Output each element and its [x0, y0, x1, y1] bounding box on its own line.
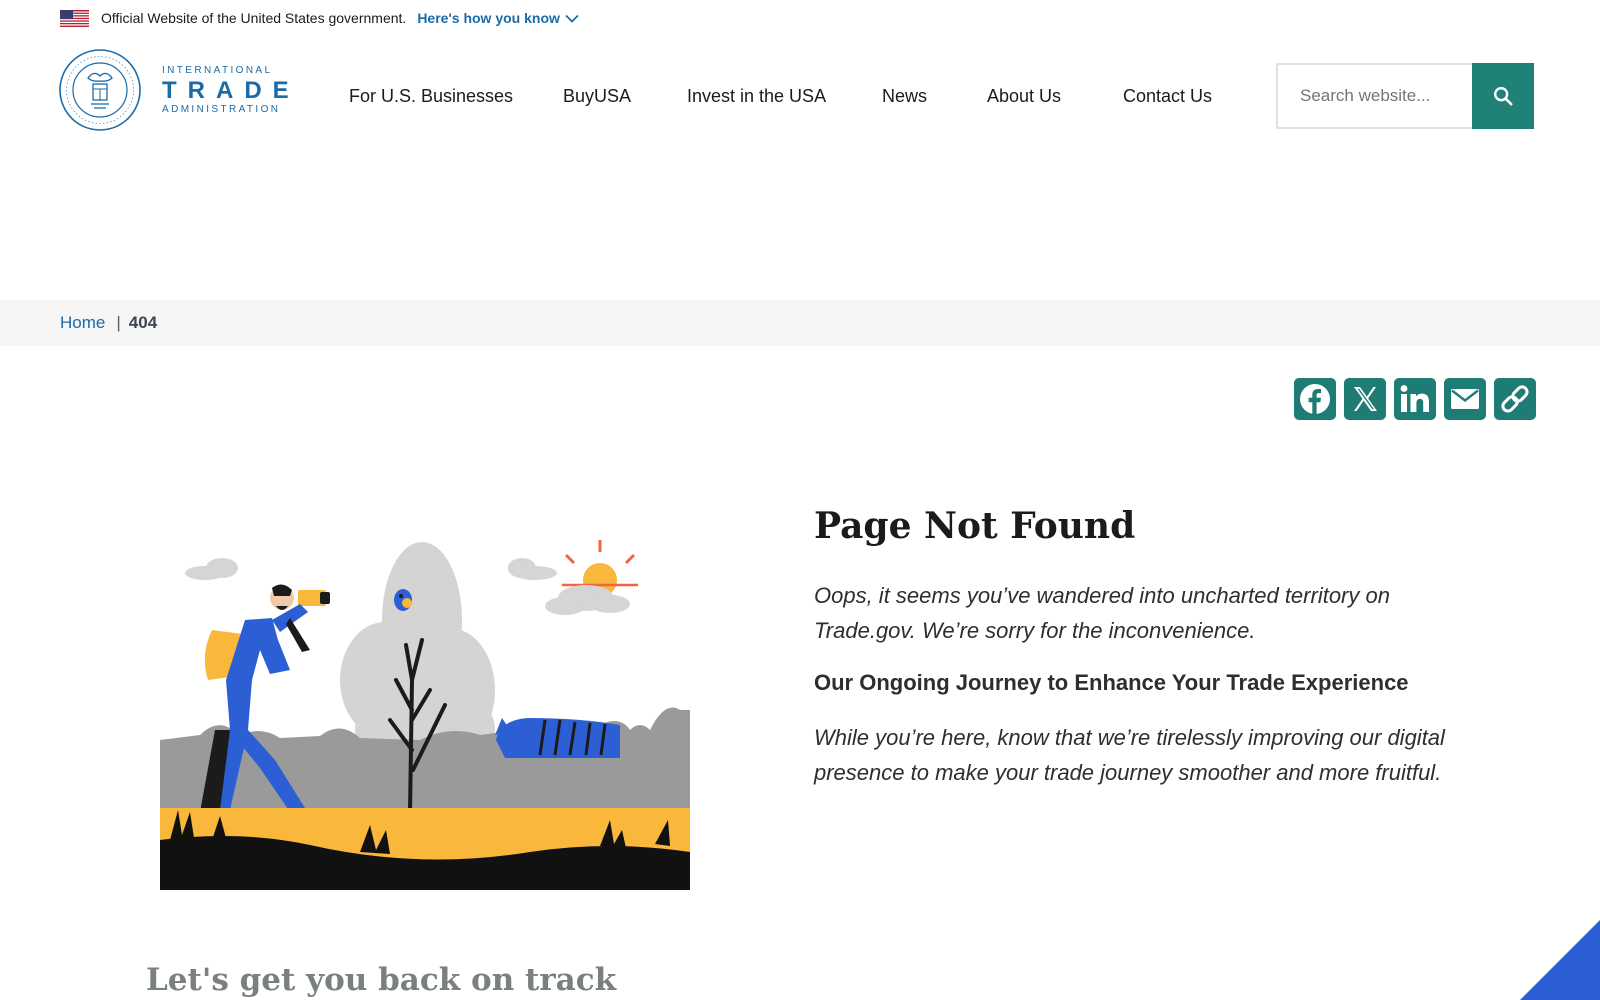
chevron-down-icon [565, 14, 579, 23]
nav-news[interactable]: News [882, 86, 927, 107]
search-icon [1494, 87, 1513, 106]
ita-wordmark: INTERNATIONAL TRADE ADMINISTRATION [162, 65, 300, 116]
gov-banner: Official Website of the United States go… [60, 8, 579, 28]
heres-how-you-know-label: Here's how you know [417, 10, 560, 26]
site-search [1276, 63, 1534, 129]
facebook-icon [1300, 384, 1330, 414]
share-email-button[interactable] [1444, 378, 1486, 420]
lead-paragraph: Oops, it seems you’ve wandered into unch… [814, 583, 1390, 643]
linkedin-icon [1400, 385, 1429, 412]
wordmark-trade: TRADE [162, 76, 300, 104]
share-x-button[interactable] [1344, 378, 1386, 420]
breadcrumb-separator: | [116, 313, 121, 332]
nav-about-us[interactable]: About Us [987, 86, 1061, 107]
search-button[interactable] [1472, 63, 1534, 129]
gov-banner-text: Official Website of the United States go… [101, 10, 407, 26]
x-icon [1354, 387, 1377, 411]
page-title: Page Not Found [814, 505, 1136, 547]
search-input[interactable] [1276, 63, 1472, 129]
us-flag-icon [60, 9, 89, 27]
body-paragraph: While you’re here, know that we’re tirel… [814, 725, 1445, 785]
wordmark-international: INTERNATIONAL [162, 64, 273, 76]
link-icon [1501, 385, 1529, 413]
nav-for-us-businesses[interactable]: For U.S. Businesses [349, 86, 513, 107]
subheading: Our Ongoing Journey to Enhance Your Trad… [814, 670, 1409, 695]
department-of-commerce-seal-icon [59, 49, 141, 131]
share-facebook-button[interactable] [1294, 378, 1336, 420]
ita-logo[interactable]: INTERNATIONAL TRADE ADMINISTRATION [58, 48, 300, 132]
share-buttons [1294, 378, 1536, 420]
email-icon [1451, 389, 1479, 409]
share-linkedin-button[interactable] [1394, 378, 1436, 420]
heres-how-you-know-link[interactable]: Here's how you know [417, 10, 579, 26]
breadcrumb-current: 404 [128, 313, 158, 332]
nav-buyusa[interactable]: BuyUSA [563, 86, 631, 107]
breadcrumb-home-link[interactable]: Home [60, 313, 105, 333]
not-found-content: Page Not Found Oops, it seems you’ve wan… [814, 500, 1454, 790]
photographer-illustration [160, 540, 690, 890]
back-on-track-heading: Let's get you back on track [146, 962, 617, 998]
breadcrumb: Home | 404 [0, 300, 1600, 346]
tiger-icon [495, 718, 620, 758]
nav-contact-us[interactable]: Contact Us [1123, 86, 1212, 107]
feedback-button[interactable]: Feedback [1480, 880, 1600, 1000]
copy-link-button[interactable] [1494, 378, 1536, 420]
wordmark-administration: ADMINISTRATION [162, 103, 281, 115]
nav-invest-in-the-usa[interactable]: Invest in the USA [687, 86, 826, 107]
